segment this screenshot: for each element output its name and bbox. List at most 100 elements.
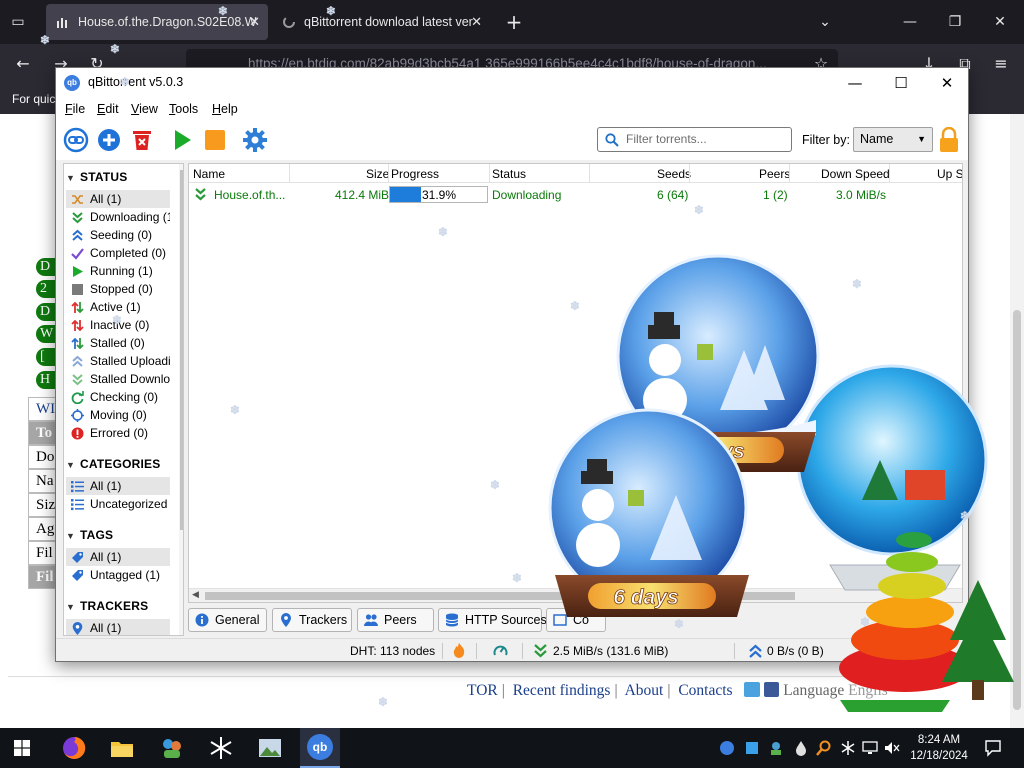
status-header[interactable]: ▼ STATUS: [66, 170, 127, 184]
new-tab-icon[interactable]: +: [504, 12, 524, 32]
tray-people-icon[interactable]: [768, 740, 784, 756]
footer-link-contacts[interactable]: Contacts: [678, 682, 732, 699]
footer-link-about[interactable]: About: [625, 682, 664, 699]
tracker-item-all[interactable]: All (1): [66, 619, 170, 635]
volume-muted-icon[interactable]: [884, 740, 900, 756]
status-item-running[interactable]: Running (1): [66, 262, 170, 280]
column-seeds[interactable]: Seeds: [657, 167, 691, 181]
qbt-title-bar[interactable]: qb qBittorrent v5.0.3 — ☐ ✕: [56, 68, 968, 98]
tags-header[interactable]: ▼ TAGS: [66, 528, 113, 542]
add-torrent-icon[interactable]: [96, 127, 122, 153]
status-item-errored[interactable]: Errored (0): [66, 424, 170, 442]
browser-tab[interactable]: qBittorrent download latest ver ✕: [272, 4, 490, 40]
column-status[interactable]: Status: [492, 167, 526, 181]
tray-search-icon[interactable]: [816, 740, 832, 756]
menu-file[interactable]: File: [65, 102, 85, 116]
close-tab-icon[interactable]: ✕: [471, 4, 482, 40]
app-people-icon[interactable]: [158, 734, 186, 762]
menu-tools[interactable]: Tools: [169, 102, 198, 116]
side-pill[interactable]: H: [36, 371, 56, 389]
side-pill[interactable]: D: [36, 303, 56, 321]
status-item-downloading[interactable]: Downloading (1): [66, 208, 170, 226]
firefox-icon[interactable]: [60, 734, 88, 762]
filter-by-select[interactable]: Name ▼: [853, 127, 933, 152]
status-item-checking[interactable]: Checking (0): [66, 388, 170, 406]
snowflake-app-icon[interactable]: [207, 734, 235, 762]
tag-item-all[interactable]: All (1): [66, 548, 170, 566]
tab-list-icon[interactable]: ▭: [8, 12, 28, 32]
close-window-icon[interactable]: ✕: [990, 12, 1010, 32]
list-horizontal-scrollbar[interactable]: ◀: [189, 588, 962, 602]
tab-general[interactable]: General: [188, 608, 267, 632]
tab-trackers[interactable]: Trackers: [272, 608, 352, 632]
page-scrollbar[interactable]: [1010, 114, 1024, 728]
side-pill[interactable]: W: [36, 325, 56, 343]
footer-link-tor[interactable]: TOR: [467, 682, 498, 699]
status-item-stalled-uploading[interactable]: Stalled Uploading (0): [66, 352, 170, 370]
column-peers[interactable]: Peers: [759, 167, 790, 181]
side-pill[interactable]: D: [36, 258, 56, 276]
categories-header[interactable]: ▼ CATEGORIES: [66, 457, 160, 471]
status-item-completed[interactable]: Completed (0): [66, 244, 170, 262]
taskbar-clock[interactable]: 8:24 AM 12/18/2024: [906, 732, 972, 764]
status-item-stopped[interactable]: Stopped (0): [66, 280, 170, 298]
menu-help[interactable]: Help: [212, 102, 238, 116]
tab-http-sources[interactable]: HTTP Sources: [438, 608, 547, 632]
taskbar-qbittorrent-active[interactable]: qb: [300, 728, 340, 768]
footer-link-recent[interactable]: Recent findings: [513, 682, 611, 699]
lock-icon[interactable]: [937, 127, 961, 153]
tray-qbittorrent-icon[interactable]: [719, 740, 735, 756]
resume-icon[interactable]: [169, 127, 195, 153]
menu-icon[interactable]: ≡: [990, 53, 1012, 75]
column-progress[interactable]: Progress: [391, 167, 439, 181]
close-tab-icon[interactable]: ✕: [249, 4, 260, 40]
image-app-icon[interactable]: [256, 734, 284, 762]
side-pill[interactable]: [: [36, 348, 56, 366]
restore-icon[interactable]: ❐: [945, 12, 965, 32]
chevron-down-icon[interactable]: ⌄: [815, 12, 835, 32]
column-down-speed[interactable]: Down Speed: [821, 167, 890, 181]
language-value[interactable]: Englis: [848, 682, 888, 699]
file-explorer-icon[interactable]: [108, 734, 136, 762]
gear-icon[interactable]: [242, 127, 268, 153]
windows-start-icon[interactable]: [14, 740, 30, 756]
status-item-inactive[interactable]: Inactive (0): [66, 316, 170, 334]
column-size[interactable]: Size: [366, 167, 389, 181]
close-button[interactable]: ✕: [924, 68, 970, 98]
column-up-speed[interactable]: Up S: [937, 167, 962, 181]
tray-square-icon[interactable]: [744, 740, 760, 756]
category-item-all[interactable]: All (1): [66, 477, 170, 495]
tray-snowflake-icon[interactable]: [840, 740, 856, 756]
status-item-stalled[interactable]: Stalled (0): [66, 334, 170, 352]
minimize-icon[interactable]: —: [900, 12, 920, 32]
sidebar-scrollbar[interactable]: [179, 164, 183, 635]
tab-content[interactable]: Co: [546, 608, 606, 632]
tray-drop-icon[interactable]: [793, 740, 809, 756]
pause-icon[interactable]: [202, 127, 228, 153]
add-link-icon[interactable]: [63, 127, 89, 153]
status-item-active[interactable]: Active (1): [66, 298, 170, 316]
speed-limit-icon[interactable]: [493, 643, 508, 658]
column-name[interactable]: Name: [193, 167, 225, 181]
network-icon[interactable]: [862, 740, 878, 756]
trackers-header[interactable]: ▼ TRACKERS: [66, 599, 148, 613]
side-pill[interactable]: 2: [36, 280, 56, 298]
status-item-stalled-downloading[interactable]: Stalled Downloading (0): [66, 370, 170, 388]
menu-view[interactable]: View: [131, 102, 158, 116]
tab-peers[interactable]: Peers: [357, 608, 434, 632]
status-item-all[interactable]: All (1): [66, 190, 170, 208]
menu-edit[interactable]: Edit: [97, 102, 119, 116]
filter-torrents-input[interactable]: Filter torrents...: [597, 127, 792, 152]
firewall-flame-icon[interactable]: [453, 643, 465, 658]
minimize-button[interactable]: —: [832, 68, 878, 98]
status-item-moving[interactable]: Moving (0): [66, 406, 170, 424]
delete-icon[interactable]: [129, 127, 155, 153]
twitter-icon[interactable]: [744, 682, 761, 697]
maximize-button[interactable]: ☐: [878, 68, 924, 98]
browser-tab-active[interactable]: House.of.the.Dragon.S02E08.W ✕: [46, 4, 268, 40]
tag-item-untagged[interactable]: Untagged (1): [66, 566, 170, 584]
status-item-seeding[interactable]: Seeding (0): [66, 226, 170, 244]
notifications-icon[interactable]: [984, 739, 1002, 757]
facebook-icon[interactable]: [764, 682, 780, 697]
back-icon[interactable]: ←: [12, 53, 34, 75]
